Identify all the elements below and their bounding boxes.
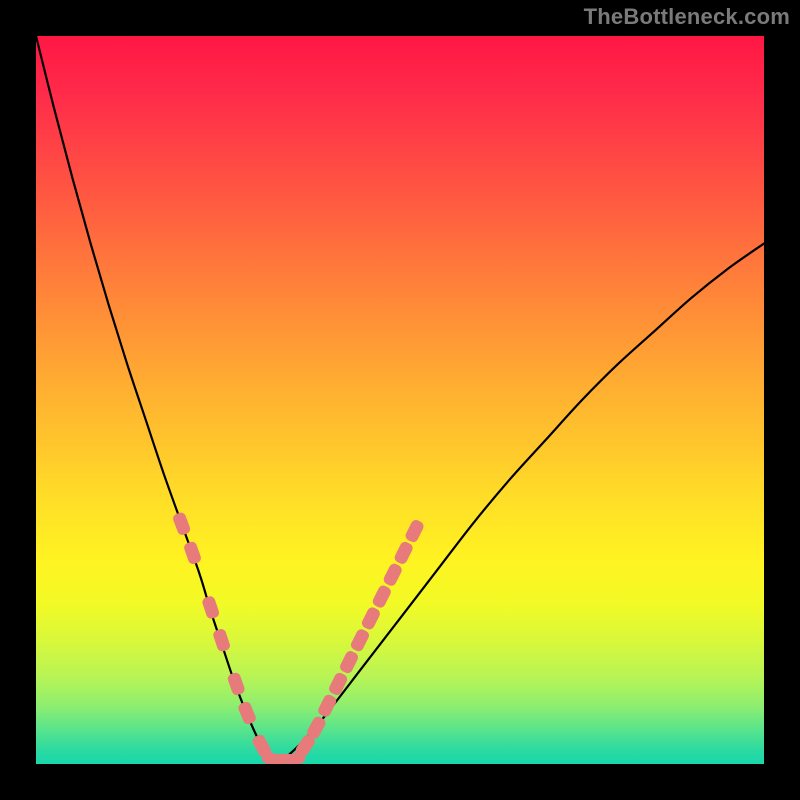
data-marker	[201, 595, 220, 620]
watermark-label: TheBottleneck.com	[584, 4, 790, 30]
data-marker	[338, 649, 359, 674]
marker-group	[172, 511, 426, 764]
chart-frame: TheBottleneck.com	[0, 0, 800, 800]
data-marker	[327, 671, 348, 696]
data-marker	[404, 518, 425, 543]
data-marker	[371, 584, 392, 609]
marker-layer	[36, 36, 764, 764]
data-marker	[382, 562, 403, 587]
data-marker	[183, 540, 203, 565]
data-marker	[172, 511, 192, 536]
plot-area	[36, 36, 764, 764]
data-marker	[212, 628, 231, 653]
data-marker	[316, 693, 337, 718]
data-marker	[226, 671, 246, 696]
data-marker	[360, 606, 381, 631]
data-marker	[349, 627, 370, 652]
data-marker	[237, 700, 257, 725]
data-marker	[393, 540, 414, 565]
